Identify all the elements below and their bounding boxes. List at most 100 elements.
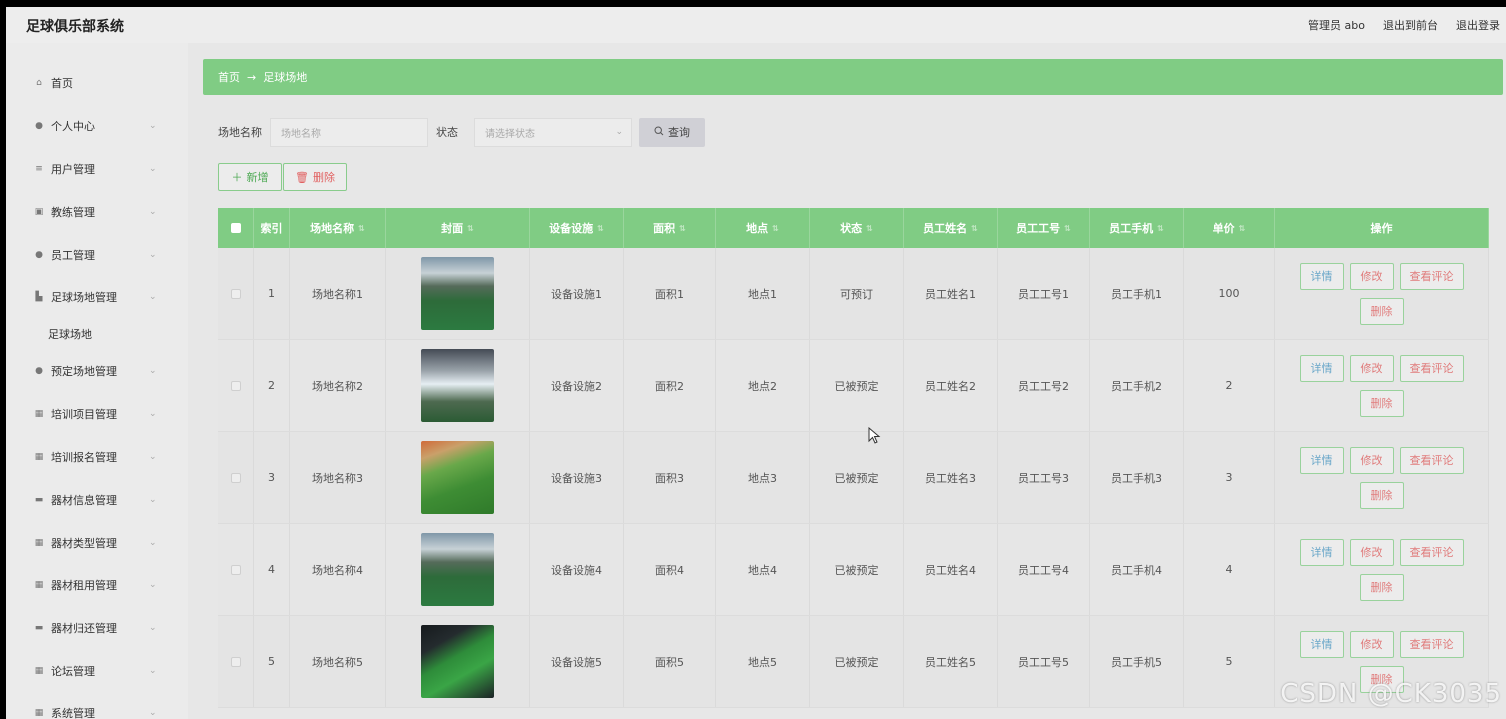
detail-button[interactable]: 详情 (1299, 538, 1344, 566)
sidebar-item-4[interactable]: ● 员工管理 ⌄ (6, 243, 188, 267)
sidebar-item-0[interactable]: ⌂ 首页 (6, 71, 188, 95)
column-header[interactable]: 单价 ⇅ (1184, 208, 1275, 248)
field-name-input[interactable]: 场地名称 (270, 117, 428, 147)
edit-button[interactable]: 修改 (1349, 630, 1394, 658)
breadcrumb-home[interactable]: 首页 (218, 69, 240, 85)
column-header-label: 场地名称 (310, 222, 355, 235)
edit-button[interactable]: 修改 (1349, 262, 1394, 290)
chevron-down-icon: ⌄ (149, 580, 157, 590)
table-row: 2 场地名称2 设备设施2 面积2 地点2 已被预定 员工姓名2 员工工号2 员工手机2 2 详情修… (218, 340, 1489, 432)
sidebar-item-9[interactable]: ▬ 器材信息管理 ⌄ (6, 488, 188, 512)
sidebar-item-14[interactable]: ▦ 系统管理 ⌄ (6, 701, 188, 719)
sidebar: 足球场地 ⌂ 首页 ● 个人中心 ⌄ ≡ 用户管理 ⌄ ▣ 教练管理 ⌄ ● 员工管理 ⌄ ▙ 足球场地管理 ⌄… (6, 43, 188, 719)
row-select-cell (218, 616, 254, 707)
row-checkbox[interactable] (230, 380, 241, 391)
sort-icon: ⇅ (772, 223, 779, 233)
edit-button[interactable]: 修改 (1349, 354, 1394, 382)
row-checkbox[interactable] (230, 288, 241, 299)
cell-staff-phone: 员工手机4 (1090, 524, 1184, 615)
sort-icon: ⇅ (597, 223, 604, 233)
column-header[interactable]: 操作 (1275, 208, 1489, 248)
view-reviews-button[interactable]: 查看评论 (1399, 354, 1464, 382)
query-button[interactable]: 查询 (639, 117, 705, 147)
sidebar-item-12[interactable]: ▬ 器材归还管理 ⌄ (6, 616, 188, 640)
cell-place: 地点3 (716, 432, 810, 523)
sidebar-item-7[interactable]: ▦ 培训项目管理 ⌄ (6, 402, 188, 426)
cell-price: 5 (1184, 616, 1275, 707)
edit-button[interactable]: 修改 (1349, 538, 1394, 566)
row-actions: 详情 修改 查看评论删除 (1275, 524, 1489, 615)
chevron-down-icon: ⌄ (149, 708, 157, 718)
logout-link[interactable]: 退出登录 (1456, 17, 1500, 33)
column-header[interactable]: 员工手机 ⇅ (1090, 208, 1184, 248)
batch-delete-button[interactable]: 🗑 删除 (283, 163, 347, 191)
detail-button[interactable]: 详情 (1299, 630, 1344, 658)
add-button[interactable]: ＋ 新增 (218, 163, 282, 191)
sidebar-item-11[interactable]: ▦ 器材租用管理 ⌄ (6, 573, 188, 597)
select-all-cell (218, 208, 254, 248)
delete-row-button[interactable]: 删除 (1359, 573, 1404, 601)
chevron-down-icon: ⌄ (149, 409, 157, 419)
delete-row-button[interactable]: 删除 (1359, 389, 1404, 417)
sidebar-item-5[interactable]: ▙ 足球场地管理 ⌄ (6, 285, 188, 309)
sidebar-item-label: 员工管理 (51, 249, 95, 262)
breadcrumb-current: 足球场地 (263, 71, 308, 84)
cell-staff-phone: 员工手机2 (1090, 340, 1184, 431)
detail-button[interactable]: 详情 (1299, 446, 1344, 474)
sidebar-item-13[interactable]: ▦ 论坛管理 ⌄ (6, 659, 188, 683)
column-header[interactable]: 索引 (254, 208, 290, 248)
column-header-label: 员工工号 (1016, 222, 1061, 235)
table-header: 索引 场地名称 ⇅ 封面 ⇅ 设备设施 ⇅ 面积 ⇅ 地点 ⇅ 状态 ⇅ 员工姓名 ⇅ 员工工号 ⇅ 员工手机 ⇅ 单… (218, 208, 1489, 248)
view-reviews-button[interactable]: 查看评论 (1399, 446, 1464, 474)
row-checkbox[interactable] (230, 472, 241, 483)
chevron-down-icon: ⌄ (149, 452, 157, 462)
cell-area: 面积3 (624, 432, 716, 523)
view-reviews-button[interactable]: 查看评论 (1399, 538, 1464, 566)
chevron-down-icon: ⌄ (149, 207, 157, 217)
chevron-down-icon: ⌄ (149, 292, 157, 302)
column-header[interactable]: 面积 ⇅ (624, 208, 716, 248)
column-header[interactable]: 设备设施 ⇅ (530, 208, 624, 248)
cell-staff-name: 员工姓名2 (904, 340, 998, 431)
delete-row-button[interactable]: 删除 (1359, 297, 1404, 325)
column-header-label: 索引 (260, 222, 283, 235)
sidebar-item-8[interactable]: ▦ 培训报名管理 ⌄ (6, 445, 188, 469)
column-header[interactable]: 场地名称 ⇅ (290, 208, 386, 248)
exit-to-front-link[interactable]: 退出到前台 (1383, 17, 1438, 33)
sidebar-item-label: 论坛管理 (51, 665, 95, 678)
column-header[interactable]: 员工工号 ⇅ (998, 208, 1090, 248)
status-select[interactable]: 请选择状态 ⌄ (474, 117, 632, 147)
row-actions-line: 详情 修改 查看评论 (1299, 262, 1464, 290)
sort-icon: ⇅ (866, 223, 873, 233)
view-reviews-button[interactable]: 查看评论 (1399, 630, 1464, 658)
person-icon: ● (35, 250, 43, 260)
delete-row-button[interactable]: 删除 (1359, 481, 1404, 509)
select-all-checkbox[interactable] (230, 223, 241, 233)
column-header[interactable]: 封面 ⇅ (386, 208, 530, 248)
detail-button[interactable]: 详情 (1299, 262, 1344, 290)
field-table: 索引 场地名称 ⇅ 封面 ⇅ 设备设施 ⇅ 面积 ⇅ 地点 ⇅ 状态 ⇅ 员工姓名 ⇅ 员工工号 ⇅ 员工手机 ⇅ 单… (218, 208, 1489, 708)
table-row: 1 场地名称1 设备设施1 面积1 地点1 可预订 员工姓名1 员工工号1 员工手机1 100 详情… (218, 248, 1489, 340)
row-checkbox[interactable] (230, 656, 241, 667)
cell-place: 地点5 (716, 616, 810, 707)
detail-button[interactable]: 详情 (1299, 354, 1344, 382)
row-checkbox[interactable] (230, 564, 241, 575)
field-name-placeholder: 场地名称 (281, 128, 321, 140)
view-reviews-button[interactable]: 查看评论 (1399, 262, 1464, 290)
sidebar-item-1[interactable]: ● 个人中心 ⌄ (6, 114, 188, 138)
chevron-down-icon: ⌄ (149, 164, 157, 174)
column-header[interactable]: 员工姓名 ⇅ (904, 208, 998, 248)
sidebar-item-6[interactable]: ● 预定场地管理 ⌄ (6, 359, 188, 383)
sidebar-item-2[interactable]: ≡ 用户管理 ⌄ (6, 157, 188, 181)
column-header[interactable]: 状态 ⇅ (810, 208, 904, 248)
column-header[interactable]: 地点 ⇅ (716, 208, 810, 248)
chevron-down-icon: ⌄ (149, 366, 157, 376)
edit-button[interactable]: 修改 (1349, 446, 1394, 474)
sort-icon: ⇅ (1238, 223, 1246, 233)
sidebar-item-10[interactable]: ▦ 器材类型管理 ⌄ (6, 531, 188, 555)
sidebar-item-3[interactable]: ▣ 教练管理 ⌄ (6, 200, 188, 224)
chevron-down-icon: ⌄ (149, 250, 157, 260)
cover-cell (386, 340, 530, 431)
sidebar-subitem-football-field[interactable]: 足球场地 (48, 326, 92, 342)
sort-icon: ⇅ (679, 223, 686, 233)
